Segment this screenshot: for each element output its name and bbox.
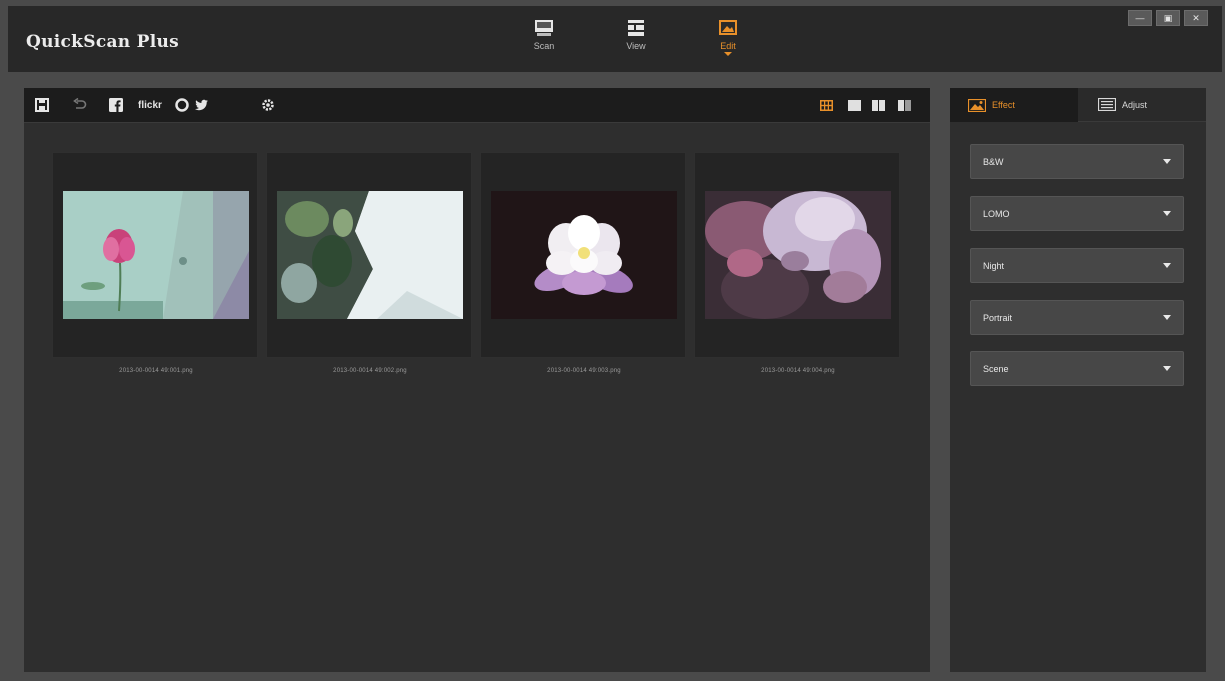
tab-edit[interactable]: Edit: [682, 18, 774, 64]
thumbnail-card[interactable]: 2013-00-0014 49:001.png: [52, 152, 258, 374]
effect-icon: [968, 98, 986, 112]
toolbar: flickr: [24, 88, 930, 123]
dropdown-label: Scene: [983, 363, 1009, 374]
title-bar: QuickScan Plus Scan View Edit — ▣ ✕: [8, 6, 1222, 72]
window-controls: — ▣ ✕: [1128, 10, 1208, 26]
thumbnail-filename: 2013-00-0014 49:001.png: [119, 368, 193, 374]
single-view-icon: [847, 99, 861, 111]
tab-scan-label: Scan: [533, 41, 555, 51]
minimize-button[interactable]: —: [1128, 10, 1152, 26]
picasa-icon: [175, 98, 189, 112]
dropdown-label: B&W: [983, 156, 1004, 167]
chevron-down-icon: [1163, 315, 1171, 320]
single-view-button[interactable]: [846, 97, 862, 113]
adjust-icon: [1098, 98, 1116, 111]
dropdown-portrait[interactable]: Portrait: [970, 300, 1184, 335]
thumbnail-card[interactable]: 2013-00-0014 49:002.png: [266, 152, 472, 374]
facebook-icon: [109, 98, 123, 112]
photo-thumbnail-4: [705, 191, 891, 319]
tab-scan[interactable]: Scan: [498, 18, 590, 64]
tab-view-label: View: [626, 41, 646, 51]
photo-thumbnail-1: [63, 191, 249, 319]
tab-adjust-label: Adjust: [1122, 99, 1148, 110]
maximize-button[interactable]: ▣: [1156, 10, 1180, 26]
photo-thumbnail-3: [491, 191, 677, 319]
thumbnail-filename: 2013-00-0014 49:004.png: [761, 368, 835, 374]
flickr-logo: flickr: [138, 99, 162, 111]
dropdown-night[interactable]: Night: [970, 248, 1184, 283]
dropdown-scene[interactable]: Scene: [970, 351, 1184, 386]
thumbnail-filename: 2013-00-0014 49:003.png: [547, 368, 621, 374]
settings-button[interactable]: [260, 97, 276, 113]
thumbnail-card[interactable]: 2013-00-0014 49:003.png: [480, 152, 686, 374]
tab-edit-label: Edit: [720, 41, 736, 51]
tab-view[interactable]: View: [590, 18, 682, 64]
tab-effect-label: Effect: [992, 100, 1015, 110]
save-icon: [35, 98, 49, 112]
picasa-button[interactable]: [174, 97, 190, 113]
mode-tabs: Scan View Edit: [498, 18, 774, 64]
edit-icon: [719, 20, 737, 35]
facebook-button[interactable]: [108, 97, 124, 113]
flickr-button[interactable]: flickr: [130, 97, 170, 113]
compare-view-button[interactable]: [870, 97, 886, 113]
settings-icon: [262, 99, 274, 111]
compare-view-icon: [871, 99, 885, 111]
photo-thumbnail-2: [277, 191, 463, 319]
grid-view-button[interactable]: [818, 97, 834, 113]
close-button[interactable]: ✕: [1184, 10, 1208, 26]
tab-adjust[interactable]: Adjust: [1078, 88, 1206, 122]
dropdown-lomo[interactable]: LOMO: [970, 196, 1184, 231]
undo-icon: [73, 98, 87, 109]
thumbnail-card[interactable]: 2013-00-0014 49:004.png: [694, 152, 900, 374]
scan-icon: [535, 20, 553, 36]
dropdown-bw[interactable]: B&W: [970, 144, 1184, 179]
twitter-button[interactable]: [194, 97, 210, 113]
chevron-down-icon: [1163, 211, 1171, 216]
chevron-down-icon: [1163, 159, 1171, 164]
app-title: QuickScan Plus: [26, 32, 180, 52]
twitter-icon: [195, 99, 208, 111]
thumbnail-filename: 2013-00-0014 49:002.png: [333, 368, 407, 374]
split-view-button[interactable]: [896, 97, 912, 113]
dropdown-label: Night: [983, 260, 1005, 271]
undo-button[interactable]: [72, 97, 88, 113]
grid-view-icon: [819, 99, 833, 111]
split-view-icon: [897, 99, 911, 111]
view-icon: [628, 20, 644, 36]
main-panel: flickr 2013-00-0014 49:001.png 2013-00-0…: [24, 88, 930, 672]
chevron-down-icon: [1163, 263, 1171, 268]
chevron-down-icon: [1163, 366, 1171, 371]
dropdown-label: Portrait: [983, 312, 1013, 323]
tab-effect[interactable]: Effect: [950, 88, 1078, 122]
dropdown-label: LOMO: [983, 208, 1010, 219]
effects-panel: Effect Adjust B&W LOMO Night Portrait Sc…: [950, 88, 1206, 672]
save-button[interactable]: [34, 97, 50, 113]
